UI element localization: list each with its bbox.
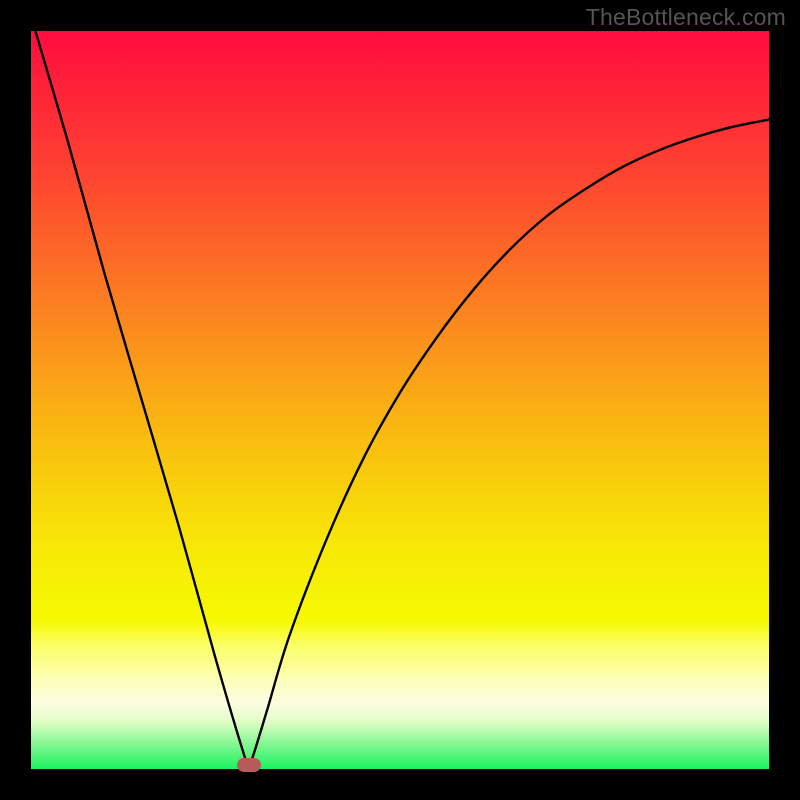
optimal-point-marker — [237, 758, 261, 772]
chart-svg — [31, 31, 769, 769]
watermark-text: TheBottleneck.com — [586, 4, 786, 31]
outer-frame: TheBottleneck.com — [0, 0, 800, 800]
plot-area — [31, 31, 769, 769]
